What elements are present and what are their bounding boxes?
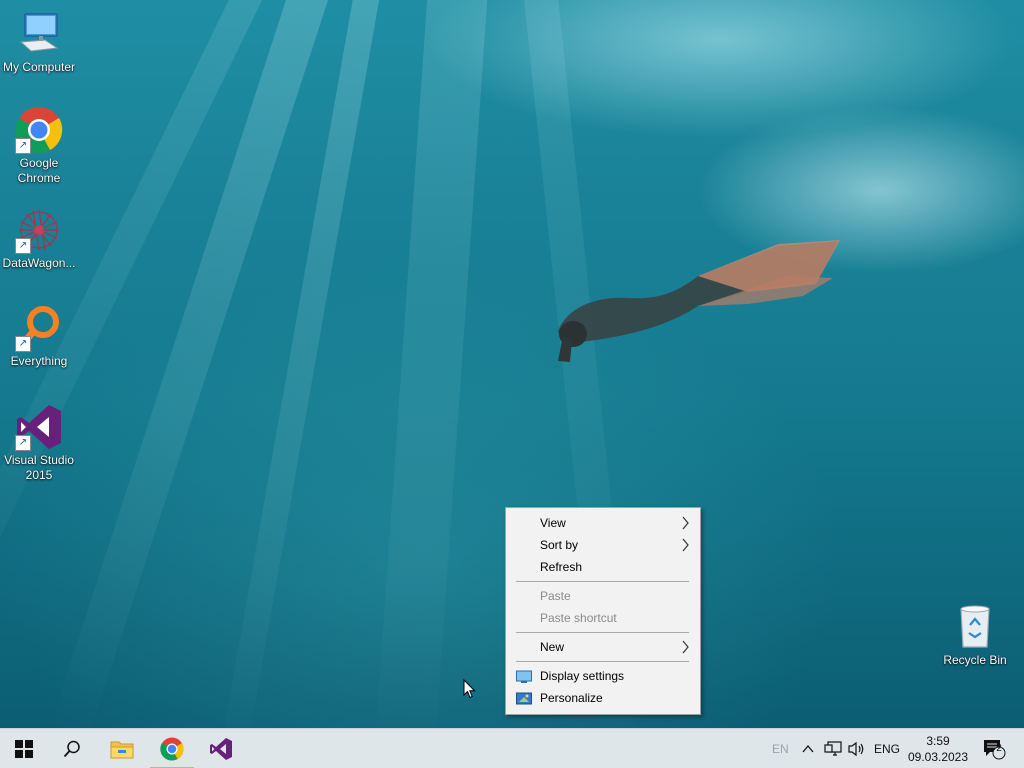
menu-separator [516, 632, 689, 633]
desktop-icon-google-chrome[interactable]: ↗ Google Chrome [1, 106, 77, 186]
desktop-icon-recycle-bin[interactable]: Recycle Bin [937, 603, 1013, 668]
desktop-icon-datawagon[interactable]: ↗ DataWagon... [1, 206, 77, 271]
menu-item-label: Display settings [540, 669, 625, 683]
visual-studio-icon: ↗ [15, 403, 63, 451]
file-explorer-icon [110, 741, 134, 759]
visual-studio-icon [210, 738, 232, 760]
menu-item-refresh[interactable]: Refresh [506, 556, 700, 578]
search-button[interactable] [48, 729, 96, 768]
light-ray [217, 0, 386, 728]
desktop-icon-label: Google Chrome [17, 156, 61, 185]
light-ray [372, 0, 490, 728]
chevron-up-icon [802, 744, 814, 753]
menu-item-label: Personalize [540, 691, 603, 705]
desktop-icon-label: Everything [10, 354, 68, 368]
taskbar-visual-studio[interactable] [197, 729, 245, 768]
swimmer-image [558, 240, 840, 362]
clock-time: 3:59 [926, 734, 950, 748]
menu-item-label: Sort by [540, 538, 579, 552]
desktop[interactable]: My Computer ↗ Google Chrome ↗ DataWagon.… [0, 0, 1024, 728]
menu-item-label: Paste [540, 589, 571, 603]
chrome-icon: ↗ [15, 106, 63, 154]
shortcut-arrow-icon: ↗ [15, 138, 31, 154]
input-indicator[interactable]: EN [772, 729, 789, 768]
computer-icon [15, 10, 63, 58]
input-indicator-text: EN [772, 742, 789, 756]
personalize-icon [516, 691, 532, 705]
start-button[interactable] [0, 729, 48, 768]
shortcut-arrow-icon: ↗ [15, 435, 31, 451]
menu-item-paste-shortcut: Paste shortcut [506, 607, 700, 629]
chrome-icon [160, 737, 184, 761]
network-icon [824, 741, 842, 756]
menu-item-paste: Paste [506, 585, 700, 607]
search-icon [63, 740, 80, 758]
recycle-bin-icon [951, 603, 999, 651]
display-settings-icon [516, 669, 532, 683]
menu-item-label: Paste shortcut [540, 611, 617, 625]
everything-search-icon: ↗ [15, 304, 63, 352]
menu-item-display-settings[interactable]: Display settings [506, 665, 700, 687]
menu-separator [516, 661, 689, 662]
datawagon-icon: ↗ [15, 206, 63, 254]
desktop-icon-visual-studio[interactable]: ↗ Visual Studio 2015 [1, 403, 77, 483]
desktop-icon-my-computer[interactable]: My Computer [1, 10, 77, 75]
notification-count-badge: 2 [996, 743, 1002, 754]
volume-button[interactable] [848, 729, 866, 768]
shortcut-arrow-icon: ↗ [15, 336, 31, 352]
menu-item-personalize[interactable]: Personalize [506, 687, 700, 709]
taskbar-google-chrome[interactable] [148, 729, 196, 768]
desktop-icon-label: My Computer [2, 60, 76, 74]
desktop-icon-everything[interactable]: ↗ Everything [1, 304, 77, 369]
show-hidden-icons-button[interactable] [801, 729, 815, 768]
desktop-context-menu: View Sort by Refresh Paste Paste shortcu… [505, 507, 701, 715]
clock-date: 09.03.2023 [907, 750, 969, 764]
menu-item-label: View [540, 516, 566, 530]
language-indicator[interactable]: ENG [874, 729, 900, 768]
taskbar: EN ENG 3:59 09.03.2023 2 [0, 728, 1024, 768]
menu-item-view[interactable]: View [506, 512, 700, 534]
taskbar-file-explorer[interactable] [98, 729, 146, 768]
menu-separator [516, 581, 689, 582]
menu-item-sort-by[interactable]: Sort by [506, 534, 700, 556]
language-text: ENG [874, 742, 901, 756]
network-button[interactable] [824, 729, 842, 768]
start-icon [15, 740, 33, 758]
desktop-icon-label: Visual Studio 2015 [4, 453, 74, 482]
menu-item-label: Refresh [540, 560, 583, 574]
menu-item-label: New [540, 640, 565, 654]
speaker-icon [848, 741, 864, 757]
shortcut-arrow-icon: ↗ [15, 238, 31, 254]
desktop-icon-label: Recycle Bin [943, 653, 1007, 667]
clock[interactable]: 3:59 09.03.2023 [900, 733, 976, 765]
action-center-button[interactable]: 2 [982, 729, 1006, 768]
menu-item-new[interactable]: New [506, 636, 700, 658]
mouse-pointer-icon [463, 679, 476, 699]
desktop-icon-label: DataWagon... [2, 256, 76, 270]
